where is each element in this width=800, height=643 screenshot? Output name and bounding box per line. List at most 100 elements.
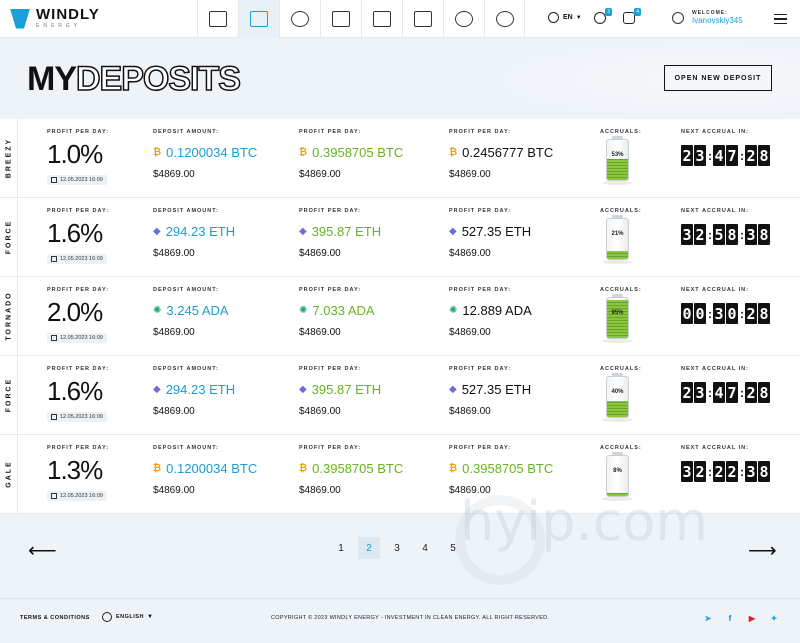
- deposit-row: FORCE PROFIT PER DAY: 1.6% 12.05.2023 16…: [0, 198, 800, 277]
- page-title: MYDEPOSITS: [27, 59, 242, 99]
- timer-digit: 3: [694, 145, 706, 166]
- plan-name: GALE: [5, 460, 13, 488]
- battery-shadow: [602, 339, 633, 343]
- telegram-icon[interactable]: ➤: [701, 611, 715, 625]
- nav-settings[interactable]: [484, 0, 525, 38]
- nav-dashboard[interactable]: [197, 0, 238, 38]
- accrual-battery: 21%: [606, 218, 629, 260]
- nav-wallet[interactable]: [402, 0, 443, 38]
- deposit-usd: $4869.00: [153, 327, 195, 338]
- deposit-amount-column: DEPOSIT AMOUNT: ✺ 3.245 ADA $4869.00: [153, 287, 229, 338]
- next-page-arrow[interactable]: ⟶: [748, 538, 777, 563]
- next-accrual-label: NEXT ACCRUAL IN:: [681, 445, 749, 451]
- accruals-label: ACCRUALS:: [600, 208, 642, 214]
- countdown-timer: 2 3 : 4 7 : 2 8: [681, 382, 771, 403]
- profit-amount-2: ₿ 0.2456777 BTC: [449, 145, 553, 160]
- countdown-timer: 3 2 : 5 8 : 3 8: [681, 224, 771, 245]
- page-4[interactable]: 4: [414, 537, 436, 559]
- battery-shadow: [602, 418, 633, 422]
- eth-icon: ◆: [299, 384, 307, 395]
- twitter-icon[interactable]: ✦: [767, 611, 781, 625]
- deposit-amount: ◆ 294.23 ETH: [153, 224, 235, 239]
- daily-percent: 1.6%: [47, 218, 103, 248]
- facebook-icon[interactable]: f: [723, 611, 737, 625]
- support-badge: 3: [605, 8, 612, 16]
- deposit-amount-label: DEPOSIT AMOUNT:: [153, 287, 219, 293]
- deposit-amount-column: DEPOSIT AMOUNT: ₿ 0.1200034 BTC $4869.00: [153, 445, 257, 496]
- timer-digit: 4: [713, 145, 725, 166]
- nav-documents[interactable]: [361, 0, 402, 38]
- profit-column: PROFIT PER DAY: ₿ 0.3958705 BTC $4869.00: [299, 445, 403, 496]
- deposit-amount: ₿ 0.1200034 BTC: [153, 145, 257, 160]
- profit-label-2: PROFIT PER DAY:: [449, 287, 512, 293]
- accrual-battery: 40%: [606, 376, 629, 418]
- plan-strip: FORCE: [0, 198, 18, 276]
- language-selector[interactable]: EN ▼: [548, 12, 582, 23]
- accrual-fill: [607, 158, 628, 180]
- chevron-down-icon: ▼: [575, 14, 582, 21]
- accruals-label: ACCRUALS:: [600, 445, 642, 451]
- hamburger-menu-icon[interactable]: [774, 14, 787, 24]
- profit-usd-2: $4869.00: [449, 169, 491, 180]
- timer-digit: 7: [726, 145, 738, 166]
- profit-amount-2-value: 12.889 ADA: [462, 303, 532, 318]
- timer-digit: 2: [681, 382, 693, 403]
- deposit-row: BREEZY PROFIT PER DAY: 1.0% 12.05.2023 1…: [0, 119, 800, 198]
- nav-calendar[interactable]: [320, 0, 361, 38]
- timer-digit: 3: [681, 224, 693, 245]
- footer-language: ENGLISH: [116, 614, 144, 620]
- timer-digit: 8: [726, 224, 738, 245]
- page-2[interactable]: 2: [358, 537, 380, 559]
- deposit-usd: $4869.00: [153, 406, 195, 417]
- timer-digit: 2: [745, 303, 757, 324]
- footer-language-selector[interactable]: ENGLISH ▼: [102, 612, 153, 622]
- open-new-deposit-button[interactable]: OPEN NEW DEPOSIT: [664, 65, 772, 91]
- percent-label: PROFIT PER DAY:: [47, 445, 110, 451]
- deposit-amount-column: DEPOSIT AMOUNT: ◆ 294.23 ETH $4869.00: [153, 366, 235, 417]
- brand-logo[interactable]: WINDLY ENERGY: [10, 7, 100, 29]
- profit-amount-2: ₿ 0.3958705 BTC: [449, 461, 553, 476]
- nav-partners[interactable]: [443, 0, 484, 38]
- language-code: EN: [563, 14, 573, 21]
- plan-name: FORCE: [5, 219, 13, 255]
- watermark-text: hyip.com: [460, 490, 708, 553]
- profit-column: PROFIT PER DAY: ₿ 0.3958705 BTC $4869.00: [299, 129, 403, 180]
- main-nav: [197, 0, 525, 38]
- deposit-amount-label: DEPOSIT AMOUNT:: [153, 129, 219, 135]
- profit-amount: ₿ 0.3958705 BTC: [299, 145, 403, 160]
- users-icon: [455, 11, 473, 27]
- timer-digit: 8: [758, 461, 770, 482]
- timer-digit: 3: [745, 224, 757, 245]
- terms-link[interactable]: TERMS & CONDITIONS: [20, 615, 90, 621]
- prev-page-arrow[interactable]: ⟵: [28, 538, 57, 563]
- profit-column-2: PROFIT PER DAY: ◆ 527.35 ETH $4869.00: [449, 208, 531, 259]
- user-menu[interactable]: WELCOME: Ivanovskiy345: [672, 10, 743, 25]
- start-date-value: 12.05.2023 16:09: [60, 256, 103, 262]
- accruals-label: ACCRUALS:: [600, 366, 642, 372]
- youtube-icon[interactable]: ▶: [745, 611, 759, 625]
- deposit-amount-value: 0.1200034 BTC: [166, 461, 258, 476]
- start-date: 12.05.2023 16:09: [47, 333, 107, 343]
- monitor-icon: [209, 11, 227, 27]
- page-3[interactable]: 3: [386, 537, 408, 559]
- support-icon[interactable]: 3: [594, 8, 612, 24]
- page-5[interactable]: 5: [442, 537, 464, 559]
- deposit-amount-label: DEPOSIT AMOUNT:: [153, 208, 219, 214]
- notes-icon[interactable]: 4: [623, 8, 641, 24]
- profit-label: PROFIT PER DAY:: [299, 208, 362, 214]
- nav-energy[interactable]: [279, 0, 320, 38]
- btc-icon: ₿: [153, 463, 162, 474]
- profit-amount-2-value: 0.3958705 BTC: [462, 461, 554, 476]
- profit-column-2: PROFIT PER DAY: ◆ 527.35 ETH $4869.00: [449, 366, 531, 417]
- eth-icon: ◆: [299, 226, 307, 237]
- profit-label: PROFIT PER DAY:: [299, 287, 362, 293]
- timer-digit: 2: [745, 145, 757, 166]
- profit-amount-value: 7.033 ADA: [312, 303, 375, 318]
- percent-label: PROFIT PER DAY:: [47, 287, 110, 293]
- page-1[interactable]: 1: [330, 537, 352, 559]
- nav-deposits[interactable]: [238, 0, 279, 38]
- next-accrual-label: NEXT ACCRUAL IN:: [681, 366, 749, 372]
- timer-digit: 5: [713, 224, 725, 245]
- deposit-usd: $4869.00: [153, 169, 195, 180]
- plan-strip: BREEZY: [0, 119, 18, 197]
